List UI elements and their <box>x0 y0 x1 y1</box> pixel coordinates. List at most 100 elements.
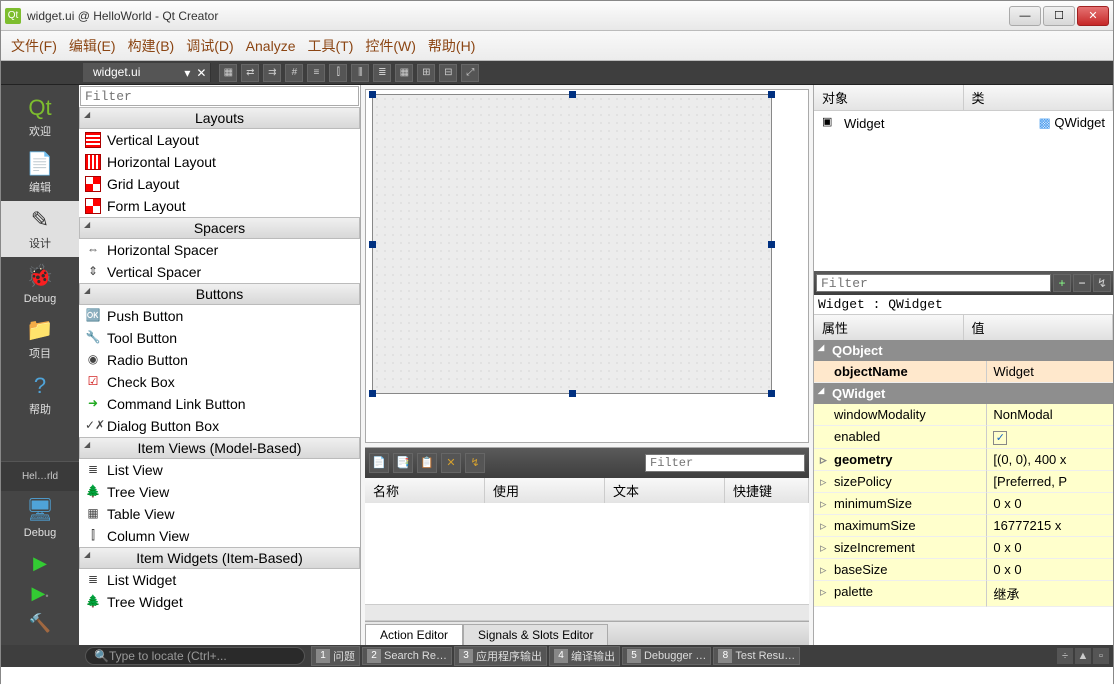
delete-action-icon[interactable]: ✕ <box>441 453 461 473</box>
handle-sw[interactable] <box>369 390 376 397</box>
wb-item-tree-view[interactable]: 🌲Tree View <box>79 481 360 503</box>
wb-item-grid-layout[interactable]: Grid Layout <box>79 173 360 195</box>
prop-sizeIncrement[interactable]: sizeIncrement0 x 0 <box>814 537 1113 559</box>
output-tab-search[interactable]: 2Search Re… <box>362 647 452 665</box>
mode-help[interactable]: ?帮助 <box>1 367 79 423</box>
action-col-shortcut[interactable]: 快捷键 <box>725 478 809 503</box>
wb-item-command-link[interactable]: ➜Command Link Button <box>79 393 360 415</box>
form-widget[interactable] <box>372 94 772 394</box>
wb-item-tool-button[interactable]: 🔧Tool Button <box>79 327 360 349</box>
menu-file[interactable]: 文件(F) <box>11 36 57 56</box>
locator-input[interactable]: 🔍 Type to locate (Ctrl+... <box>85 647 305 665</box>
wb-cat-spacers[interactable]: Spacers <box>79 217 360 239</box>
wb-item-list-view[interactable]: ≣List View <box>79 459 360 481</box>
menu-edit[interactable]: 编辑(E) <box>69 36 116 56</box>
new-action-icon[interactable]: 📄 <box>369 453 389 473</box>
break-layout-icon[interactable]: ⊟ <box>439 64 457 82</box>
wb-item-radio-button[interactable]: ◉Radio Button <box>79 349 360 371</box>
menu-build[interactable]: 构建(B) <box>128 36 175 56</box>
mode-edit[interactable]: 📄编辑 <box>1 145 79 201</box>
object-row[interactable]: ▣ Widget ▩ QWidget <box>814 111 1113 135</box>
maximize-button[interactable]: ☐ <box>1043 6 1075 26</box>
adjust-size-icon[interactable]: ⤢ <box>461 64 479 82</box>
prop-sizePolicy[interactable]: sizePolicy[Preferred, P <box>814 471 1113 493</box>
tab-close-icon[interactable]: ✕ <box>196 66 206 80</box>
layout-form-icon[interactable]: ⊞ <box>417 64 435 82</box>
tab-signals-slots-editor[interactable]: Signals & Slots Editor <box>463 624 608 645</box>
output-expand-icon[interactable]: ÷ <box>1057 648 1073 664</box>
prop-palette[interactable]: palette继承 <box>814 581 1113 607</box>
wb-item-horizontal-layout[interactable]: Horizontal Layout <box>79 151 360 173</box>
remove-dynamic-prop-icon[interactable]: − <box>1073 274 1091 292</box>
tab-action-editor[interactable]: Action Editor <box>365 624 463 645</box>
action-col-text[interactable]: 文本 <box>605 478 725 503</box>
layout-hsplit-icon[interactable]: ⫼ <box>351 64 369 82</box>
edit-signals-icon[interactable]: ⇄ <box>241 64 259 82</box>
edit-tab-order-icon[interactable]: # <box>285 64 303 82</box>
handle-nw[interactable] <box>369 91 376 98</box>
action-filter-input[interactable] <box>645 454 805 472</box>
wb-cat-layouts[interactable]: Layouts <box>79 107 360 129</box>
prop-objectName[interactable]: objectNameWidget <box>814 361 1113 383</box>
layout-vsplit-icon[interactable]: ≣ <box>373 64 391 82</box>
config-action-icon[interactable]: ↯ <box>465 453 485 473</box>
prop-maximumSize[interactable]: maximumSize16777215 x <box>814 515 1113 537</box>
menu-debug[interactable]: 调试(D) <box>186 36 233 56</box>
prop-windowModality[interactable]: windowModalityNonModal <box>814 404 1113 426</box>
close-button[interactable]: ✕ <box>1077 6 1109 26</box>
wb-item-tree-widget[interactable]: 🌲Tree Widget <box>79 591 360 613</box>
layout-h-icon[interactable]: ≡ <box>307 64 325 82</box>
prop-col-name[interactable]: 属性 <box>814 315 964 340</box>
action-col-name[interactable]: 名称 <box>365 478 485 503</box>
output-tab-appoutput[interactable]: 3应用程序输出 <box>454 646 547 666</box>
mode-debug[interactable]: 🐞Debug <box>1 257 79 311</box>
wb-item-v-spacer[interactable]: ⇕Vertical Spacer <box>79 261 360 283</box>
wb-cat-item-widgets[interactable]: Item Widgets (Item-Based) <box>79 547 360 569</box>
output-up-icon[interactable]: ▲ <box>1075 648 1091 664</box>
mode-welcome[interactable]: Qt欢迎 <box>1 89 79 145</box>
copy-action-icon[interactable]: 📑 <box>393 453 413 473</box>
wb-item-dialog-buttonbox[interactable]: ✓✗Dialog Button Box <box>79 415 360 437</box>
prop-baseSize[interactable]: baseSize0 x 0 <box>814 559 1113 581</box>
output-tab-test[interactable]: 8Test Resu… <box>713 647 800 665</box>
prop-group-qobject[interactable]: QObject <box>814 340 1113 361</box>
action-scrollbar[interactable] <box>365 604 809 620</box>
minimize-button[interactable]: — <box>1009 6 1041 26</box>
wb-item-push-button[interactable]: 🆗Push Button <box>79 305 360 327</box>
wb-item-h-spacer[interactable]: ⇔Horizontal Spacer <box>79 239 360 261</box>
document-tab[interactable]: widget.ui ▾ ✕ <box>83 63 211 82</box>
prop-config-icon[interactable]: ↯ <box>1093 274 1111 292</box>
layout-grid-icon[interactable]: ▦ <box>395 64 413 82</box>
prop-minimumSize[interactable]: minimumSize0 x 0 <box>814 493 1113 515</box>
wb-item-check-box[interactable]: ☑Check Box <box>79 371 360 393</box>
wb-item-vertical-layout[interactable]: Vertical Layout <box>79 129 360 151</box>
build-button[interactable]: 🔨 <box>28 613 52 637</box>
wb-item-list-widget[interactable]: ≣List Widget <box>79 569 360 591</box>
add-dynamic-prop-icon[interactable]: + <box>1053 274 1071 292</box>
canvas-area[interactable] <box>365 89 809 443</box>
oi-col-object[interactable]: 对象 <box>814 85 964 110</box>
run-button[interactable]: ▶ <box>28 553 52 577</box>
prop-group-qwidget[interactable]: QWidget <box>814 383 1113 404</box>
handle-e[interactable] <box>768 241 775 248</box>
output-tab-issues[interactable]: 1问题 <box>311 646 360 666</box>
kit-selector[interactable]: Hel…rld <box>1 461 79 491</box>
mode-projects[interactable]: 📁项目 <box>1 311 79 367</box>
oi-col-class[interactable]: 类 <box>964 85 1114 110</box>
action-col-used[interactable]: 使用 <box>485 478 605 503</box>
handle-s[interactable] <box>569 390 576 397</box>
layout-v-icon[interactable]: ⫿ <box>329 64 347 82</box>
wb-cat-item-views[interactable]: Item Views (Model-Based) <box>79 437 360 459</box>
wb-item-table-view[interactable]: ▦Table View <box>79 503 360 525</box>
prop-col-value[interactable]: 值 <box>964 315 1114 340</box>
output-tab-compile[interactable]: 4编译输出 <box>549 646 620 666</box>
wb-cat-buttons[interactable]: Buttons <box>79 283 360 305</box>
widgetbox-filter-input[interactable] <box>80 86 359 106</box>
handle-w[interactable] <box>369 241 376 248</box>
run-debug-button[interactable]: ▶• <box>28 583 52 607</box>
handle-se[interactable] <box>768 390 775 397</box>
wb-item-form-layout[interactable]: Form Layout <box>79 195 360 217</box>
edit-widgets-icon[interactable]: ▦ <box>219 64 237 82</box>
property-filter-input[interactable] <box>816 274 1051 292</box>
prop-enabled[interactable]: enabled✓ <box>814 426 1113 449</box>
